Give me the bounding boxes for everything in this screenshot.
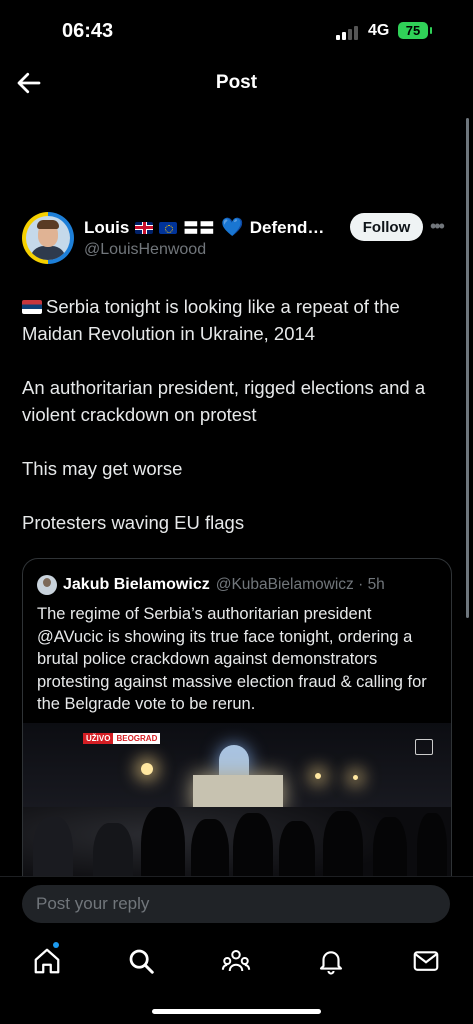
- avatar-photo: [26, 216, 70, 260]
- network-type: 4G: [368, 22, 390, 39]
- status-bar: 06:43 4G 75: [0, 0, 473, 62]
- parliament-building: [193, 745, 283, 811]
- uk-flag-icon: [135, 221, 154, 234]
- author-name-suffix: Defend…: [249, 217, 325, 237]
- author-name: Louis: [84, 217, 130, 237]
- eu-flag-icon: [159, 221, 178, 234]
- quoted-author-handle: @KubaBielamowicz · 5h: [215, 576, 385, 593]
- messages-icon[interactable]: [411, 946, 441, 976]
- search-icon[interactable]: [126, 946, 156, 976]
- post-text: Serbia tonight is looking like a repeat …: [22, 293, 452, 536]
- estonia-flag-icon: 〓〓: [183, 220, 216, 237]
- author-avatar[interactable]: [22, 212, 74, 264]
- home-indicator[interactable]: [152, 1009, 321, 1014]
- signal-icon: [336, 26, 358, 40]
- communities-icon[interactable]: [221, 946, 251, 976]
- quoted-video[interactable]: UŽIVO BEOGRAD: [23, 723, 451, 899]
- quoted-post-text: The regime of Serbia’s authoritarian pre…: [37, 605, 427, 713]
- notification-dot: [53, 942, 59, 948]
- serbia-flag-icon: [22, 300, 42, 314]
- post-paragraph: Serbia tonight is looking like a repeat …: [22, 296, 400, 344]
- quoted-author-name: Jakub Bielamowicz: [63, 576, 210, 593]
- notifications-icon[interactable]: [316, 946, 346, 976]
- battery-icon: 75: [398, 22, 432, 39]
- picture-in-picture-icon[interactable]: [415, 739, 433, 755]
- quoted-author-row: Jakub Bielamowicz @KubaBielamowicz · 5h: [37, 575, 385, 595]
- follow-button[interactable]: Follow: [350, 213, 423, 241]
- live-badge: UŽIVO BEOGRAD: [83, 733, 161, 744]
- author-name-row[interactable]: Louis 〓〓 💙 Defend…: [84, 217, 324, 238]
- page-title: Post: [215, 72, 258, 93]
- battery-level: 75: [405, 23, 421, 38]
- reply-input[interactable]: Post your reply: [22, 885, 450, 923]
- more-options-icon[interactable]: •••: [430, 216, 445, 237]
- quoted-post[interactable]: Jakub Bielamowicz @KubaBielamowicz · 5h …: [22, 558, 452, 900]
- post-paragraph: An authoritarian president, rigged elect…: [22, 377, 426, 425]
- reply-bar: Post your reply: [0, 876, 473, 939]
- post-paragraph: Protesters waving EU flags: [22, 512, 245, 533]
- quoted-author-avatar: [37, 575, 57, 595]
- blue-heart-icon: 💙: [221, 217, 244, 237]
- post-header: Post: [0, 62, 473, 108]
- author-handle[interactable]: @LouisHenwood: [84, 241, 206, 259]
- scrollbar[interactable]: [466, 118, 469, 618]
- status-time: 06:43: [62, 20, 114, 42]
- home-icon[interactable]: [32, 946, 62, 976]
- post-paragraph: This may get worse: [22, 458, 183, 479]
